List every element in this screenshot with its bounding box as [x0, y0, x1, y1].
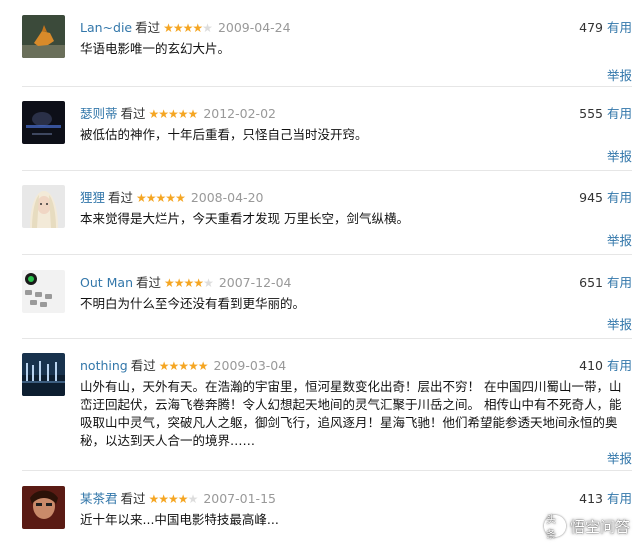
comment-date: 2009-04-24 [217, 20, 291, 35]
empty-stars: ★ [203, 276, 214, 290]
comment-text: 山外有山，天外有天。在浩瀚的宇宙里，恒河星数变化出奇！层出不穷！ 在中国四川蜀山… [80, 379, 622, 448]
rating-stars: ★★★★★ [164, 276, 214, 290]
avatar[interactable] [22, 185, 65, 228]
avatar[interactable] [22, 353, 65, 396]
watched-label: 看过 [136, 275, 162, 290]
comment-date: 2012-02-02 [203, 106, 276, 121]
avatar[interactable] [22, 101, 65, 144]
comment-meta: nothing 看过 ★★★★★ 2009-03-04 [80, 355, 286, 374]
empty-stars: ★ [187, 492, 199, 506]
useful-vote: 945 有用 [579, 187, 632, 206]
comment-item: Lan~die 看过 ★★★★★ 2009-04-24 479 有用 华语电影唯一的玄幻… [0, 15, 640, 85]
divider [22, 170, 632, 171]
comment-meta: Out Man 看过 ★★★★★ 2007-12-04 [80, 272, 291, 291]
useful-count: 413 [579, 491, 603, 506]
watched-label: 看过 [120, 106, 146, 121]
rating-stars: ★★★★★ [163, 21, 213, 35]
comment-item: 狸狸 看过 ★★★★★ 2008-04-20 945 有用 本来觉得是大烂片，今天重看才… [0, 185, 640, 255]
username-link[interactable]: 瑟则蒂 [80, 106, 118, 121]
divider [22, 338, 632, 339]
useful-button[interactable]: 有用 [607, 275, 632, 290]
username-link[interactable]: 某茶君 [80, 491, 118, 506]
watched-label: 看过 [120, 491, 146, 506]
comment-meta: 瑟则蒂 看过 ★★★★★ 2012-02-02 [80, 103, 276, 122]
useful-vote: 555 有用 [579, 103, 632, 122]
comment-date: 2008-04-20 [190, 190, 264, 205]
divider [22, 470, 632, 471]
useful-count: 651 [579, 275, 603, 290]
username-link[interactable]: Lan~die [80, 20, 132, 35]
avatar[interactable] [22, 270, 65, 313]
comment-text: 本来觉得是大烂片，今天重看才发现 万里长空，剑气纵横。 [80, 211, 409, 226]
divider [22, 254, 632, 255]
watched-label: 看过 [135, 20, 161, 35]
useful-button[interactable]: 有用 [607, 106, 632, 121]
watched-label: 看过 [130, 358, 156, 373]
rating-stars: ★★★★★ [148, 107, 199, 121]
useful-count: 945 [579, 190, 603, 205]
useful-button[interactable]: 有用 [607, 491, 632, 506]
comment-text: 被低估的神作，十年后重看，只怪自己当时没开窍。 [80, 127, 368, 142]
comment-meta: Lan~die 看过 ★★★★★ 2009-04-24 [80, 17, 291, 36]
avatar[interactable] [22, 15, 65, 58]
useful-vote: 413 有用 [579, 488, 632, 507]
avatar[interactable] [22, 486, 65, 529]
filled-stars: ★★★★★ [136, 191, 186, 205]
report-link[interactable]: 举报 [607, 65, 632, 84]
comment-text: 华语电影唯一的玄幻大片。 [80, 41, 231, 56]
comment-item: Out Man 看过 ★★★★★ 2007-12-04 651 有用 不明白为什么至今还… [0, 270, 640, 340]
rating-stars: ★★★★★ [158, 359, 209, 373]
useful-count: 555 [579, 106, 603, 121]
useful-button[interactable]: 有用 [607, 20, 632, 35]
filled-stars: ★★★★ [148, 492, 189, 506]
useful-vote: 651 有用 [579, 272, 632, 291]
filled-stars: ★★★★★ [158, 359, 209, 373]
watermark: 头条 悟空问答 [543, 515, 630, 541]
report-link[interactable]: 举报 [607, 230, 632, 249]
username-link[interactable]: nothing [80, 358, 128, 373]
username-link[interactable]: Out Man [80, 275, 133, 290]
useful-button[interactable]: 有用 [607, 190, 632, 205]
useful-vote: 479 有用 [579, 17, 632, 36]
comment-date: 2007-12-04 [218, 275, 292, 290]
report-link[interactable]: 举报 [607, 314, 632, 333]
comment-item: nothing 看过 ★★★★★ 2009-03-04 410 有用 山外有山，天外有天… [0, 353, 640, 467]
comment-item: 瑟则蒂 看过 ★★★★★ 2012-02-02 555 有用 被低估的神作，十年后重看，… [0, 101, 640, 171]
watermark-logo-icon: 头条 [543, 515, 566, 541]
comment-date: 2009-03-04 [213, 358, 287, 373]
useful-count: 410 [579, 358, 603, 373]
filled-stars: ★★★★★ [148, 107, 199, 121]
divider [22, 86, 632, 87]
filled-stars: ★★★★ [163, 21, 203, 35]
useful-count: 479 [579, 20, 603, 35]
useful-button[interactable]: 有用 [607, 358, 632, 373]
rating-stars: ★★★★★ [148, 492, 199, 506]
comment-text: 不明白为什么至今还没有看到更华丽的。 [80, 296, 306, 311]
comment-meta: 某茶君 看过 ★★★★★ 2007-01-15 [80, 488, 276, 507]
username-link[interactable]: 狸狸 [80, 190, 105, 205]
comment-date: 2007-01-15 [203, 491, 276, 506]
watched-label: 看过 [108, 190, 134, 205]
watermark-text: 悟空问答 [569, 517, 630, 536]
empty-stars: ★ [202, 21, 213, 35]
filled-stars: ★★★★ [164, 276, 204, 290]
report-link[interactable]: 举报 [607, 448, 632, 467]
useful-vote: 410 有用 [579, 355, 632, 374]
report-link[interactable]: 举报 [607, 146, 632, 165]
comment-meta: 狸狸 看过 ★★★★★ 2008-04-20 [80, 187, 263, 206]
rating-stars: ★★★★★ [136, 191, 186, 205]
